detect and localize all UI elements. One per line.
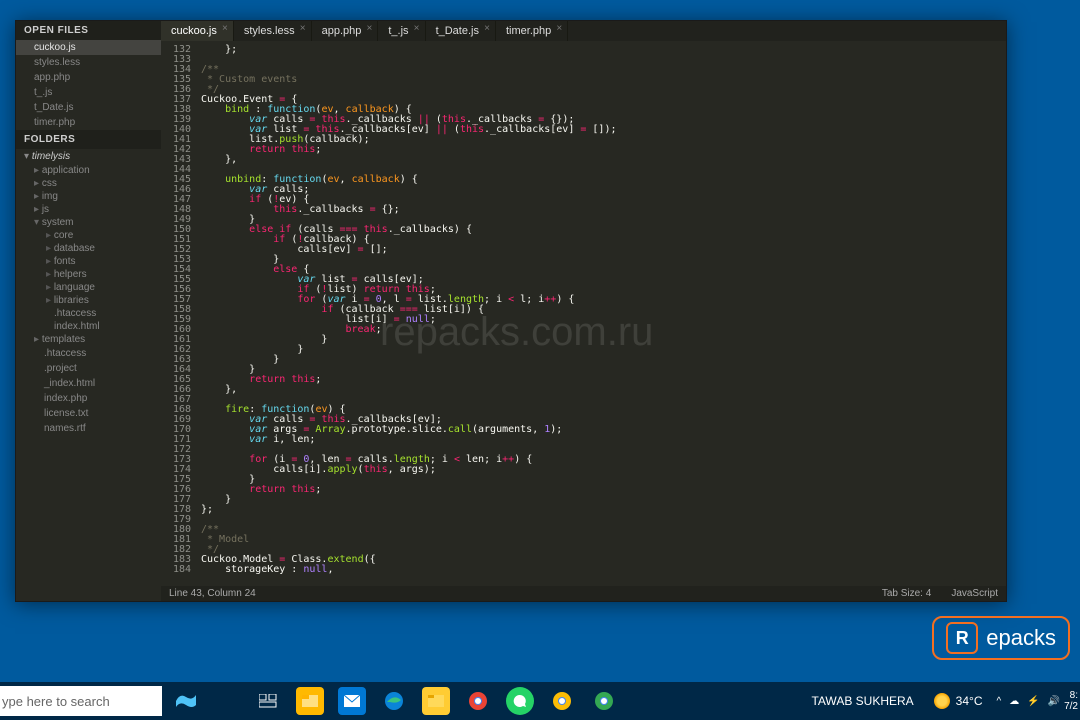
chrome-icon-3[interactable] — [590, 687, 618, 715]
system-tray[interactable]: ^ ☁ ⚡ 🔊 — [996, 696, 1060, 707]
open-file-item[interactable]: styles.less — [16, 55, 161, 70]
folder-icon[interactable] — [422, 687, 450, 715]
sidebar-header-openfiles: OPEN FILES — [16, 21, 161, 40]
tab-close-icon[interactable]: × — [364, 24, 374, 34]
tray-chevron-up-icon[interactable]: ^ — [996, 696, 1001, 707]
editor-tab[interactable]: t_Date.js× — [426, 21, 496, 41]
subfolder-item[interactable]: libraries — [16, 294, 161, 307]
file-item[interactable]: names.rtf — [16, 421, 161, 436]
folder-item[interactable]: js — [16, 203, 161, 216]
sidebar: OPEN FILES cuckoo.jsstyles.lessapp.phpt_… — [16, 21, 161, 601]
open-file-item[interactable]: t_Date.js — [16, 100, 161, 115]
system-subfolders: coredatabasefontshelperslanguagelibrarie… — [16, 229, 161, 307]
editor-body: OPEN FILES cuckoo.jsstyles.lessapp.phpt_… — [16, 21, 1006, 601]
file-item[interactable]: index.php — [16, 391, 161, 406]
status-tabsize[interactable]: Tab Size: 4 — [882, 588, 931, 599]
status-language[interactable]: JavaScript — [951, 588, 998, 599]
cortana-icon[interactable] — [168, 686, 204, 716]
taskbar-weather[interactable]: 34°C — [934, 693, 983, 709]
file-item[interactable]: index.html — [16, 320, 161, 333]
subfolder-item[interactable]: fonts — [16, 255, 161, 268]
task-view-icon[interactable] — [254, 687, 282, 715]
explorer-icon[interactable] — [296, 687, 324, 715]
templates-folder[interactable]: templates — [16, 333, 161, 346]
folder-item[interactable]: application — [16, 164, 161, 177]
chrome-icon-1[interactable] — [464, 687, 492, 715]
weather-temp: 34°C — [956, 694, 983, 708]
taskbar: ype here to search TAWAB SUKHERA 34°C ^ … — [0, 682, 1080, 720]
editor-tab[interactable]: timer.php× — [496, 21, 568, 41]
edge-icon[interactable] — [380, 687, 408, 715]
status-bar: Line 43, Column 24 Tab Size: 4 JavaScrip… — [161, 586, 1006, 601]
file-item[interactable]: _index.html — [16, 376, 161, 391]
code-pane[interactable]: 1321331341351361371381391401411421431441… — [161, 41, 1006, 586]
file-item[interactable]: .htaccess — [16, 307, 161, 320]
subfolder-item[interactable]: helpers — [16, 268, 161, 281]
editor-tab[interactable]: cuckoo.js× — [161, 21, 234, 41]
tab-close-icon[interactable]: × — [298, 24, 308, 34]
repacks-badge: R epacks — [932, 616, 1070, 660]
taskbar-search-input[interactable]: ype here to search — [0, 686, 162, 716]
system-files: .htaccessindex.html — [16, 307, 161, 333]
sidebar-header-folders: FOLDERS — [16, 130, 161, 149]
line-number-gutter: 1321331341351361371381391401411421431441… — [161, 41, 195, 586]
repacks-logo-icon: R — [946, 622, 978, 654]
editor-window: OPEN FILES cuckoo.jsstyles.lessapp.phpt_… — [15, 20, 1007, 602]
code-content[interactable]: }; /** * Custom events */Cuckoo.Event = … — [195, 41, 1006, 586]
root-files: .htaccess.project_index.htmlindex.phplic… — [16, 346, 161, 436]
open-file-item[interactable]: timer.php — [16, 115, 161, 130]
tab-close-icon[interactable]: × — [482, 24, 492, 34]
repacks-logo-text: epacks — [986, 625, 1056, 651]
folder-item[interactable]: system — [16, 216, 161, 229]
open-file-item[interactable]: app.php — [16, 70, 161, 85]
status-left: Line 43, Column 24 — [169, 588, 256, 599]
open-file-item[interactable]: cuckoo.js — [16, 40, 161, 55]
mail-icon[interactable] — [338, 687, 366, 715]
taskbar-pinned-icons — [254, 687, 618, 715]
taskbar-user-label[interactable]: TAWAB SUKHERA — [811, 694, 913, 708]
subfolder-item[interactable]: database — [16, 242, 161, 255]
folder-root[interactable]: timelysis — [16, 149, 161, 164]
tray-volume-icon[interactable]: 🔊 — [1048, 696, 1060, 707]
taskbar-clock[interactable]: 8: 7/2 — [1064, 690, 1078, 712]
editor-tab[interactable]: styles.less× — [234, 21, 312, 41]
editor-tab[interactable]: t_.js× — [378, 21, 425, 41]
open-files-list: cuckoo.jsstyles.lessapp.phpt_.jst_Date.j… — [16, 40, 161, 130]
tab-close-icon[interactable]: × — [220, 24, 230, 34]
weather-sun-icon — [934, 693, 950, 709]
editor-area: cuckoo.js×styles.less×app.php×t_.js×t_Da… — [161, 21, 1006, 601]
subfolder-item[interactable]: language — [16, 281, 161, 294]
file-item[interactable]: license.txt — [16, 406, 161, 421]
whatsapp-icon[interactable] — [506, 687, 534, 715]
subfolder-item[interactable]: core — [16, 229, 161, 242]
tray-wifi-icon[interactable]: ⚡ — [1027, 696, 1039, 707]
chrome-icon-2[interactable] — [548, 687, 576, 715]
file-item[interactable]: .project — [16, 361, 161, 376]
folder-item[interactable]: css — [16, 177, 161, 190]
folder-item[interactable]: img — [16, 190, 161, 203]
tab-close-icon[interactable]: × — [554, 24, 564, 34]
tab-close-icon[interactable]: × — [412, 24, 422, 34]
editor-tab[interactable]: app.php× — [312, 21, 379, 41]
folders-list: applicationcssimgjssystem — [16, 164, 161, 229]
tab-bar: cuckoo.js×styles.less×app.php×t_.js×t_Da… — [161, 21, 1006, 41]
file-item[interactable]: .htaccess — [16, 346, 161, 361]
open-file-item[interactable]: t_.js — [16, 85, 161, 100]
tray-cloud-icon[interactable]: ☁ — [1009, 696, 1019, 707]
